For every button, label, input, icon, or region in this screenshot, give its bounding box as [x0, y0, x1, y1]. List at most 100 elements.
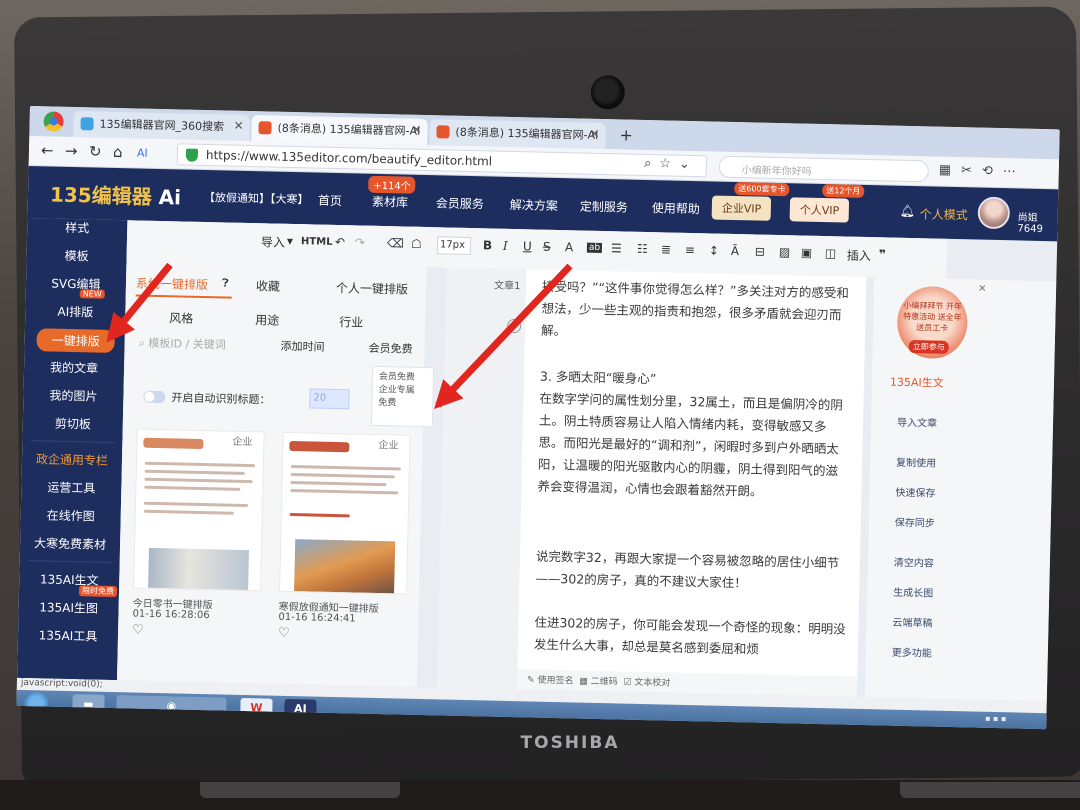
editor-paragraph[interactable]: 在数字学问的属性划分里，32属土，而且是偏阴冷的阴土。阴土特质容易让人陷入情绪内… — [537, 388, 851, 505]
import-button[interactable]: 导入 — [261, 233, 285, 251]
dropdown-option[interactable]: 企业专属 — [378, 384, 426, 398]
dropdown-option[interactable]: 会员免费 — [379, 371, 427, 385]
long-image-button[interactable]: 生成长图 — [893, 584, 933, 600]
cloud-draft-button[interactable]: 云端草稿 — [892, 614, 932, 630]
ai-assistant-icon[interactable]: AI — [137, 146, 148, 159]
sidebar-section-title[interactable]: 政企通用专栏 — [22, 450, 122, 469]
save-sync-button[interactable]: 保存同步 — [895, 514, 935, 530]
notice-link[interactable]: 【放假通知】【大寒】 — [204, 189, 309, 207]
sidebar-item-styles[interactable]: 样式 — [27, 218, 127, 237]
browser-tab[interactable]: (8条消息) 135编辑器官网-AI ✕ — [429, 119, 606, 150]
copy-button[interactable]: 复制使用 — [896, 454, 936, 470]
html-button[interactable]: HTML — [301, 236, 333, 248]
sidebar-item-clipboard[interactable]: 剪切板 — [23, 414, 123, 433]
font-color-icon[interactable]: A — [565, 240, 574, 254]
clear-content-button[interactable]: 清空内容 — [894, 554, 934, 570]
insert-menu[interactable]: 插入 — [847, 247, 871, 265]
browser-tab-active[interactable]: (8条消息) 135编辑器官网-AI ✕ — [251, 115, 428, 146]
format-painter-icon[interactable]: ☖ — [411, 237, 422, 251]
username[interactable]: 尚姐7649 — [1017, 208, 1058, 235]
tab-personal-layout[interactable]: 个人一键排版 — [336, 279, 408, 298]
filter-style[interactable]: 风格 — [169, 309, 193, 327]
image-edit-icon[interactable]: ▨ — [779, 245, 791, 259]
close-icon[interactable]: ✕ — [233, 119, 243, 133]
template-thumbnail[interactable] — [133, 428, 265, 592]
reload-icon[interactable]: ↻ — [89, 142, 102, 160]
close-icon[interactable]: ✕ — [411, 123, 421, 137]
new-tab-icon[interactable]: + — [619, 125, 633, 144]
sidebar-item-one-click[interactable]: 一键排版 — [36, 328, 115, 353]
quick-save-button[interactable]: 快速保存 — [895, 484, 935, 500]
home-icon[interactable]: ⌂ — [113, 143, 123, 161]
redo-icon[interactable]: ↷ — [355, 235, 365, 249]
indent-icon[interactable]: ≣ — [661, 242, 671, 256]
more-functions-button[interactable]: 更多功能 — [892, 644, 932, 660]
template-card[interactable]: 企业 寒假放假通知一键排版 01-16 16:24:41 ♡ — [278, 431, 411, 641]
editor-paragraph[interactable]: 住进302的房子，你可能会发现一个奇怪的现象：明明没发生什么大事，却总是莫名感到… — [534, 612, 847, 663]
help-icon[interactable]: ❓︎ — [222, 276, 229, 290]
italic-icon[interactable]: I — [503, 239, 508, 253]
nav-home[interactable]: 首页 — [318, 192, 342, 210]
chevron-down-icon[interactable]: ▾ — [287, 234, 293, 248]
heart-icon[interactable]: ♡ — [132, 622, 144, 637]
sidebar-item-my-images[interactable]: 我的图片 — [23, 386, 123, 405]
sort-select[interactable]: 添加时间 — [280, 338, 324, 355]
mode-link[interactable]: 个人模式 — [920, 205, 968, 223]
sidebar-item-ops-tools[interactable]: 运营工具 — [21, 478, 121, 497]
ai-text-link[interactable]: 135AI生文 — [890, 374, 944, 391]
nav-solutions[interactable]: 解决方案 — [510, 196, 558, 214]
paragraph-icon[interactable]: ≡ — [685, 243, 695, 257]
sidebar-item-ai-tools[interactable]: 135AI工具 — [18, 626, 118, 645]
auto-title-input[interactable]: 20 — [309, 388, 350, 410]
sidebar-item-templates[interactable]: 模板 — [26, 246, 126, 265]
member-filter-select[interactable]: 会员免费 — [368, 340, 412, 357]
article-label[interactable]: 文章1 — [494, 277, 521, 293]
editor-paragraph[interactable]: 说完数字32，再跟大家提一个容易被忽略的居住小细节——302的房子，真的不建议大… — [535, 546, 848, 597]
back-icon[interactable]: ← — [41, 141, 54, 159]
dropdown-option[interactable]: 免费 — [378, 397, 426, 411]
template-thumbnail[interactable] — [279, 431, 411, 595]
tab-favorites[interactable]: 收藏 — [256, 277, 280, 295]
editor-paragraph[interactable]: 接受吗？”“这件事你觉得怎么样？”多关注对方的感受和想法，少一些主观的指责和抱怨… — [541, 276, 854, 349]
filter-purpose[interactable]: 用途 — [255, 311, 279, 329]
browser-search-input[interactable]: 小编新年你好吗 — [718, 155, 929, 183]
forward-icon[interactable]: → — [65, 142, 78, 160]
close-icon[interactable]: ✕ — [978, 284, 987, 295]
sidebar-item-svg[interactable]: SVG编辑 — [26, 274, 126, 293]
nav-help[interactable]: 使用帮助 — [652, 199, 700, 217]
divider-icon[interactable]: ⊟ — [755, 244, 765, 258]
qrcode-button[interactable]: 二维码 — [591, 677, 618, 688]
avatar[interactable] — [977, 196, 1011, 230]
browser-toolbar-icons[interactable]: ▦✂⟲⋯ — [939, 163, 1026, 180]
signature-button[interactable]: 使用签名 — [537, 676, 573, 687]
sidebar-item-ai-image[interactable]: 135AI生图 — [18, 598, 118, 617]
background-color-icon[interactable]: ab — [586, 242, 603, 254]
browser-tab[interactable]: 135编辑器官网_360搜索 ✕ — [73, 110, 250, 141]
bell-icon[interactable]: 🔔︎ — [900, 204, 916, 218]
address-bar-icons[interactable]: ⌕☆⌄ — [644, 156, 698, 172]
quote-icon[interactable]: ❞ — [879, 247, 886, 261]
auto-title-toggle[interactable] — [143, 390, 166, 404]
undo-icon[interactable]: ↶ — [335, 235, 345, 249]
site-logo[interactable]: 135编辑器 Ai — [50, 178, 182, 210]
personal-vip-button[interactable]: 个人VIP — [789, 197, 850, 223]
bold-icon[interactable]: B — [483, 238, 492, 252]
nav-membership[interactable]: 会员服务 — [436, 194, 484, 212]
strikethrough-icon[interactable]: S — [543, 240, 551, 254]
import-article-button[interactable]: 导入文章 — [897, 414, 937, 430]
gallery-icon[interactable]: ◫ — [825, 246, 837, 260]
clear-format-icon[interactable]: Ā — [731, 244, 740, 258]
add-article-icon[interactable]: + — [506, 318, 522, 334]
eraser-icon[interactable]: ⌫ — [387, 236, 404, 250]
align-icon[interactable]: ☰ — [611, 241, 622, 255]
tab-system-layout[interactable]: 系统一键排版 — [136, 274, 208, 293]
nav-materials[interactable]: 素材库 — [372, 193, 408, 211]
template-search-input[interactable]: ⌕ 模板ID / 关键词 — [138, 335, 270, 354]
close-icon[interactable]: ✕ — [589, 127, 599, 141]
filter-industry[interactable]: 行业 — [339, 313, 363, 331]
editor-content[interactable]: 接受吗？”“这件事你觉得怎么样？”多关注对方的感受和想法，少一些主观的指责和抱怨… — [517, 269, 867, 677]
font-size-select[interactable]: 17px — [436, 236, 472, 256]
heart-icon[interactable]: ♡ — [278, 626, 290, 641]
enterprise-vip-button[interactable]: 企业VIP — [711, 195, 772, 221]
proofread-button[interactable]: 文本校对 — [634, 678, 670, 689]
